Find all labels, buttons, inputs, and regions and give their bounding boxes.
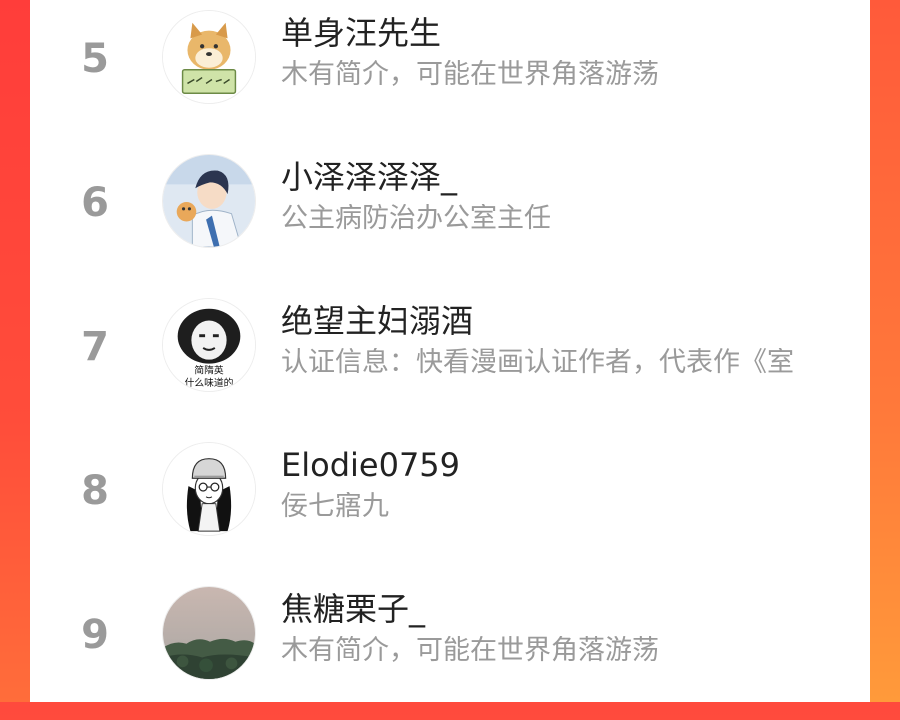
user-name[interactable]: Elodie0759 — [281, 447, 460, 483]
user-name[interactable]: 小泽泽泽泽_ — [281, 159, 457, 195]
ranking-row[interactable]: 8 Elodie0759 佞七寤九 — [30, 432, 870, 576]
rank-number: 8 — [81, 468, 109, 514]
panda-meme-avatar-image: 简隋英 什么味道的 — [163, 299, 255, 391]
ranking-row[interactable]: 7 简隋英 什么味道的 绝望主妇溺酒 认证信息：快看漫画认证作者，代表作《室 — [30, 288, 870, 432]
rank-number: 5 — [81, 36, 109, 82]
ranking-row[interactable]: 5 单身汪先生 木有简介，可能在世界角落游荡 — [30, 0, 870, 144]
avatar-caption-line2: 什么味道的 — [185, 376, 234, 389]
sketch-girl-avatar[interactable] — [162, 442, 256, 536]
anime-boy-avatar[interactable] — [162, 154, 256, 248]
user-bio: 公主病防治办公室主任 — [281, 204, 551, 234]
ranking-row[interactable]: 6 小泽泽泽泽_ 公主病防治办公室主任 — [30, 144, 870, 288]
user-bio: 佞七寤九 — [281, 492, 389, 522]
panda-meme-avatar[interactable]: 简隋英 什么味道的 — [162, 298, 256, 392]
page-background-right — [870, 0, 900, 702]
doge-meme-avatar[interactable] — [162, 10, 256, 104]
ranking-row[interactable]: 9 焦糖栗子_ 木有简介，可能在世界角落游荡 — [30, 576, 870, 720]
user-bio: 认证信息：快看漫画认证作者，代表作《室 — [281, 348, 794, 378]
anime-boy-avatar-image — [163, 155, 255, 247]
doge-avatar-image — [163, 11, 255, 103]
user-bio: 木有简介，可能在世界角落游荡 — [281, 636, 659, 666]
user-name[interactable]: 单身汪先生 — [281, 15, 441, 51]
user-name[interactable]: 绝望主妇溺酒 — [281, 303, 473, 339]
ranking-list: 5 单身汪先生 木有简介，可能在世界角落游荡 6 小泽泽泽泽_ 公主病防治办公室… — [30, 0, 870, 702]
rank-number: 6 — [81, 180, 109, 226]
avatar-caption-line1: 简隋英 — [194, 363, 224, 376]
page-background-left — [0, 0, 30, 702]
rank-number: 9 — [81, 612, 109, 658]
sketch-girl-avatar-image — [163, 443, 255, 535]
rank-number: 7 — [81, 324, 109, 370]
user-bio: 木有简介，可能在世界角落游荡 — [281, 60, 659, 90]
user-name[interactable]: 焦糖栗子_ — [281, 591, 425, 627]
landscape-avatar-image — [163, 587, 255, 679]
landscape-avatar[interactable] — [162, 586, 256, 680]
